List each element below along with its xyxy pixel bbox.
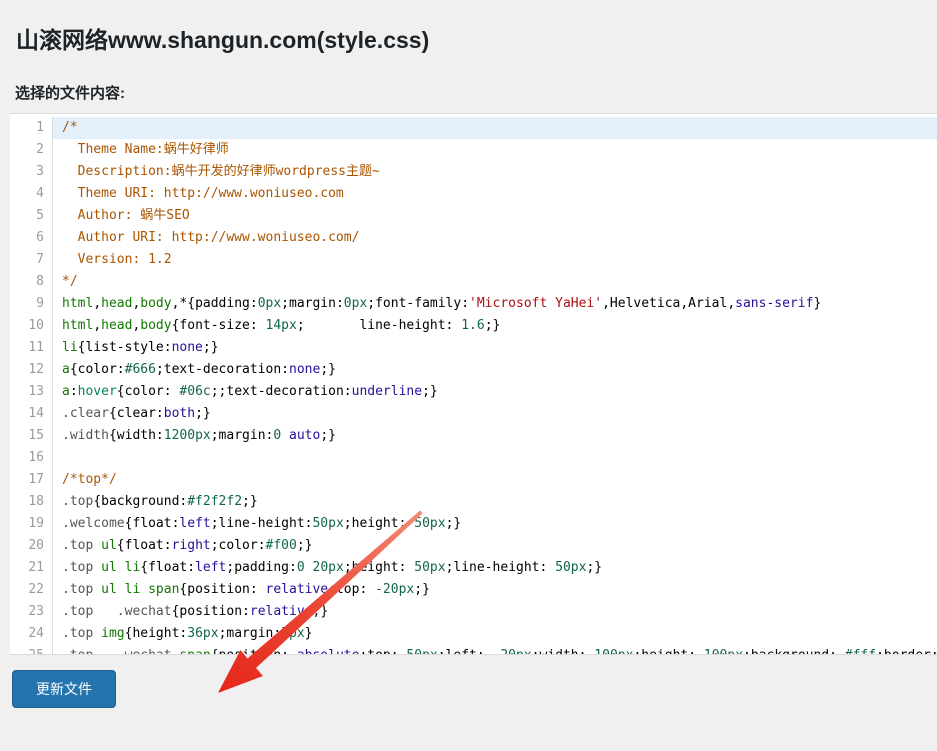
code-line[interactable]: 4 Theme URI: http://www.woniuseo.com — [10, 183, 937, 205]
line-number: 25 — [10, 645, 53, 655]
line-source: Author URI: http://www.woniuseo.com/ — [53, 227, 937, 249]
line-number: 13 — [10, 381, 53, 403]
line-number: 5 — [10, 205, 53, 227]
code-line[interactable]: 16 — [10, 447, 937, 469]
site-brand: 山滚网络 — [16, 27, 108, 53]
file-path: www.shangun.com(style.css) — [108, 27, 429, 53]
line-source: html,head,body{font-size: 14px; line-hei… — [53, 315, 937, 337]
code-line[interactable]: 8*/ — [10, 271, 937, 293]
line-source: Description:蜗牛开发的好律师wordpress主题~ — [53, 161, 937, 183]
code-line[interactable]: 11li{list-style:none;} — [10, 337, 937, 359]
code-line[interactable]: 5 Author: 蜗牛SEO — [10, 205, 937, 227]
code-line[interactable]: 21.top ul li{float:left;padding:0 20px;h… — [10, 557, 937, 579]
code-lines: 1/*2 Theme Name:蜗牛好律师3 Description:蜗牛开发的… — [10, 117, 937, 655]
line-source: .top{background:#f2f2f2;} — [53, 491, 937, 513]
code-line[interactable]: 15.width{width:1200px;margin:0 auto;} — [10, 425, 937, 447]
code-line[interactable]: 2 Theme Name:蜗牛好律师 — [10, 139, 937, 161]
line-source: .top .wechat{position:relative;} — [53, 601, 937, 623]
line-number: 10 — [10, 315, 53, 337]
code-line[interactable]: 18.top{background:#f2f2f2;} — [10, 491, 937, 513]
code-editor[interactable]: 1/*2 Theme Name:蜗牛好律师3 Description:蜗牛开发的… — [10, 113, 937, 655]
line-source: .top ul{float:right;color:#f00;} — [53, 535, 937, 557]
line-number: 17 — [10, 469, 53, 491]
line-source: /*top*/ — [53, 469, 937, 491]
code-line[interactable]: 6 Author URI: http://www.woniuseo.com/ — [10, 227, 937, 249]
file-content-label: 选择的文件内容: — [0, 56, 937, 113]
line-number: 16 — [10, 447, 53, 469]
code-line[interactable]: 12a{color:#666;text-decoration:none;} — [10, 359, 937, 381]
line-source: Author: 蜗牛SEO — [53, 205, 937, 227]
line-number: 23 — [10, 601, 53, 623]
code-line[interactable]: 9html,head,body,*{padding:0px;margin:0px… — [10, 293, 937, 315]
code-line[interactable]: 23.top .wechat{position:relative;} — [10, 601, 937, 623]
line-source — [53, 447, 937, 469]
line-number: 22 — [10, 579, 53, 601]
line-number: 14 — [10, 403, 53, 425]
line-number: 3 — [10, 161, 53, 183]
code-line[interactable]: 14.clear{clear:both;} — [10, 403, 937, 425]
line-source: .top ul li{float:left;padding:0 20px;hei… — [53, 557, 937, 579]
line-number: 19 — [10, 513, 53, 535]
code-line[interactable]: 19.welcome{float:left;line-height:50px;h… — [10, 513, 937, 535]
line-source: .width{width:1200px;margin:0 auto;} — [53, 425, 937, 447]
line-number: 4 — [10, 183, 53, 205]
line-source: .top ul li span{position: relative;top: … — [53, 579, 937, 601]
line-number: 2 — [10, 139, 53, 161]
line-source: .welcome{float:left;line-height:50px;hei… — [53, 513, 937, 535]
code-line[interactable]: 17/*top*/ — [10, 469, 937, 491]
line-source: Theme URI: http://www.woniuseo.com — [53, 183, 937, 205]
page-title: 山滚网络www.shangun.com(style.css) — [0, 0, 937, 56]
line-number: 12 — [10, 359, 53, 381]
code-line[interactable]: 7 Version: 1.2 — [10, 249, 937, 271]
line-number: 8 — [10, 271, 53, 293]
update-file-button[interactable]: 更新文件 — [12, 670, 116, 708]
line-source: html,head,body,*{padding:0px;margin:0px;… — [53, 293, 937, 315]
code-line[interactable]: 3 Description:蜗牛开发的好律师wordpress主题~ — [10, 161, 937, 183]
line-source: .top .wechat span{position: absolute;top… — [53, 645, 937, 655]
line-number: 7 — [10, 249, 53, 271]
line-number: 21 — [10, 557, 53, 579]
line-source: a{color:#666;text-decoration:none;} — [53, 359, 937, 381]
code-line[interactable]: 10html,head,body{font-size: 14px; line-h… — [10, 315, 937, 337]
line-number: 9 — [10, 293, 53, 315]
line-source: .top img{height:36px;margin:7px} — [53, 623, 937, 645]
code-line[interactable]: 13a:hover{color: #06c;;text-decoration:u… — [10, 381, 937, 403]
line-number: 20 — [10, 535, 53, 557]
line-source: /* — [53, 117, 937, 139]
line-number: 1 — [10, 117, 53, 139]
line-number: 24 — [10, 623, 53, 645]
line-number: 11 — [10, 337, 53, 359]
line-source: Version: 1.2 — [53, 249, 937, 271]
code-line[interactable]: 24.top img{height:36px;margin:7px} — [10, 623, 937, 645]
line-source: */ — [53, 271, 937, 293]
line-source: Theme Name:蜗牛好律师 — [53, 139, 937, 161]
code-line[interactable]: 20.top ul{float:right;color:#f00;} — [10, 535, 937, 557]
line-number: 15 — [10, 425, 53, 447]
code-line[interactable]: 25.top .wechat span{position: absolute;t… — [10, 645, 937, 655]
line-number: 6 — [10, 227, 53, 249]
code-line[interactable]: 1/* — [10, 117, 937, 139]
line-source: .clear{clear:both;} — [53, 403, 937, 425]
line-source: li{list-style:none;} — [53, 337, 937, 359]
line-source: a:hover{color: #06c;;text-decoration:und… — [53, 381, 937, 403]
code-line[interactable]: 22.top ul li span{position: relative;top… — [10, 579, 937, 601]
line-number: 18 — [10, 491, 53, 513]
